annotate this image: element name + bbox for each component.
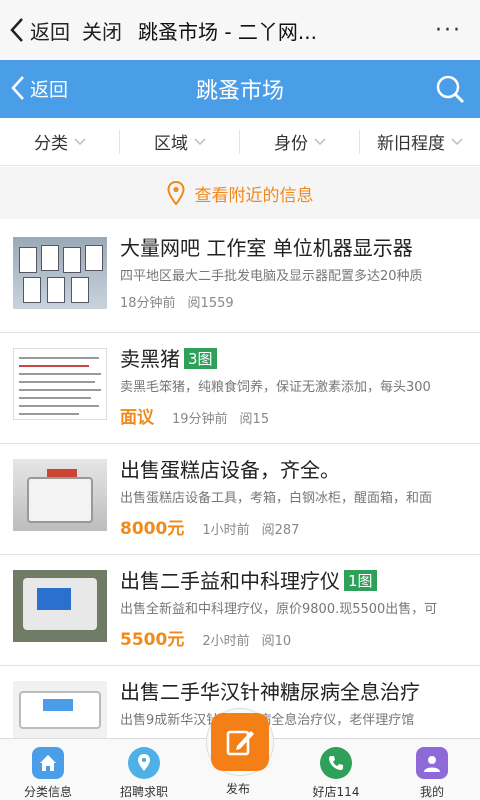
listing-price: 5500元 bbox=[120, 630, 185, 650]
listing-price: 面议 bbox=[120, 408, 154, 428]
listing-thumbnail bbox=[13, 237, 107, 309]
listing-time: 2小时前 bbox=[202, 634, 250, 649]
home-icon bbox=[32, 747, 64, 779]
listing-title-row: 出售二手益和中科理疗仪 1图 bbox=[120, 565, 377, 594]
filter-condition[interactable]: 新旧程度 bbox=[360, 118, 480, 165]
listing-time: 1小时前 bbox=[202, 523, 250, 538]
filter-identity[interactable]: 身份 bbox=[240, 118, 360, 165]
browser-toolbar: 返回 关闭 跳蚤市场 - 二丫网... ··· bbox=[0, 0, 480, 60]
publish-label: 发布 bbox=[226, 782, 251, 796]
browser-back-button[interactable]: 返回 bbox=[8, 16, 70, 45]
listing-time: 19分钟前 bbox=[172, 412, 228, 427]
chevron-left-icon bbox=[10, 18, 23, 42]
nearby-label: 查看附近的信息 bbox=[194, 185, 314, 206]
edit-icon bbox=[211, 713, 269, 771]
listing-views: 阅287 bbox=[261, 523, 300, 538]
listing-description: 出售9成新华汉针神糖尿病全息治疗仪，老伴理疗馆 bbox=[120, 709, 460, 728]
listing-title-row: 出售蛋糕店设备，齐全。 bbox=[120, 454, 340, 483]
location-pin-icon bbox=[166, 181, 185, 205]
nav-label: 好店114 bbox=[312, 785, 360, 799]
phone-icon bbox=[320, 747, 352, 779]
nav-label: 我的 bbox=[419, 785, 444, 799]
chevron-down-icon bbox=[194, 137, 206, 145]
listing-item[interactable]: 出售蛋糕店设备，齐全。 出售蛋糕店设备工具，考箱，白钢冰柜，醒面箱，和面 800… bbox=[0, 444, 480, 555]
location-pin-icon bbox=[128, 747, 160, 779]
search-icon[interactable] bbox=[434, 73, 466, 105]
listing-title: 出售二手华汉针神糖尿病全息治疗 bbox=[120, 680, 420, 704]
listing-meta: 8000元 1小时前 阅287 bbox=[120, 514, 299, 539]
listing-views: 阅10 bbox=[261, 634, 292, 649]
nav-label: 分类信息 bbox=[23, 785, 72, 799]
header-back-label: 返回 bbox=[30, 78, 69, 101]
header-back-button[interactable]: 返回 bbox=[10, 74, 68, 102]
listing-item[interactable]: 大量网吧 工作室 单位机器显示器 四平地区最大二手批发电脑及显示器配置多达20种… bbox=[0, 222, 480, 333]
listing-time: 18分钟前 bbox=[120, 296, 176, 311]
listing-title-row: 卖黑猪 3图 bbox=[120, 343, 217, 372]
listing-meta: 18分钟前 阅1559 bbox=[120, 292, 234, 311]
listing-thumbnail bbox=[13, 459, 107, 531]
listing-title-row: 大量网吧 工作室 单位机器显示器 bbox=[120, 232, 413, 261]
filter-region[interactable]: 区域 bbox=[120, 118, 240, 165]
nav-jobs[interactable]: 招聘求职 bbox=[96, 739, 192, 800]
nav-category[interactable]: 分类信息 bbox=[0, 739, 96, 800]
browser-page-title: 跳蚤市场 - 二丫网... bbox=[138, 19, 318, 44]
listing-meta: 面议 19分钟前 阅15 bbox=[120, 403, 269, 428]
nav-mine[interactable]: 我的 bbox=[384, 739, 480, 800]
listing-description: 四平地区最大二手批发电脑及显示器配置多达20种质 bbox=[120, 269, 423, 284]
listing-description: 出售蛋糕店设备工具，考箱，白钢冰柜，醒面箱，和面 bbox=[120, 491, 433, 506]
listing-meta: 5500元 2小时前 阅10 bbox=[120, 625, 291, 650]
chevron-down-icon bbox=[74, 137, 86, 145]
page-title: 跳蚤市场 bbox=[195, 79, 284, 104]
image-count-badge: 3图 bbox=[184, 348, 217, 369]
nav-label: 招聘求职 bbox=[119, 785, 168, 799]
nav-shop[interactable]: 好店114 bbox=[288, 739, 384, 800]
more-menu-button[interactable]: ··· bbox=[435, 18, 462, 43]
filter-bar: 分类 区域 身份 新旧程度 bbox=[0, 118, 480, 166]
listing-thumbnail bbox=[13, 570, 107, 642]
browser-back-label: 返回 bbox=[30, 19, 70, 44]
publish-button[interactable] bbox=[206, 708, 274, 776]
filter-label: 分类 bbox=[34, 134, 68, 154]
user-icon bbox=[416, 747, 448, 779]
app-header: 返回 跳蚤市场 bbox=[0, 60, 480, 118]
chevron-down-icon bbox=[451, 137, 463, 145]
listing-item[interactable]: 出售二手益和中科理疗仪 1图 出售全新益和中科理疗仪，原价9800.现5500出售… bbox=[0, 555, 480, 666]
listing-title: 卖黑猪 bbox=[120, 347, 180, 371]
listing-views: 阅1559 bbox=[187, 296, 234, 311]
nearby-info-button[interactable]: 查看附近的信息 bbox=[0, 167, 480, 219]
browser-close-button[interactable]: 关闭 bbox=[82, 16, 122, 45]
filter-label: 新旧程度 bbox=[377, 134, 445, 154]
image-count-badge: 1图 bbox=[344, 570, 377, 591]
listing-description: 出售全新益和中科理疗仪，原价9800.现5500出售，可 bbox=[120, 602, 438, 617]
listing-title: 大量网吧 工作室 单位机器显示器 bbox=[120, 236, 413, 260]
filter-label: 身份 bbox=[274, 134, 308, 154]
listing-title: 出售二手益和中科理疗仪 bbox=[120, 569, 340, 593]
listing-description: 卖黑毛笨猪，纯粮食饲养，保证无激素添加，每头300 bbox=[120, 380, 431, 395]
listing-views: 阅15 bbox=[239, 412, 270, 427]
chevron-left-icon bbox=[11, 76, 24, 100]
listing-thumbnail bbox=[13, 348, 107, 420]
listing-title-row: 出售二手华汉针神糖尿病全息治疗 bbox=[120, 676, 420, 705]
listing-title: 出售蛋糕店设备，齐全。 bbox=[120, 458, 340, 482]
filter-label: 区域 bbox=[154, 134, 188, 154]
filter-category[interactable]: 分类 bbox=[0, 118, 120, 165]
listing-list: 大量网吧 工作室 单位机器显示器 四平地区最大二手批发电脑及显示器配置多达20种… bbox=[0, 222, 480, 777]
listing-item[interactable]: 卖黑猪 3图 卖黑毛笨猪，纯粮食饲养，保证无激素添加，每头300 面议 19分钟前… bbox=[0, 333, 480, 444]
chevron-down-icon bbox=[314, 137, 326, 145]
listing-price: 8000元 bbox=[120, 519, 185, 539]
